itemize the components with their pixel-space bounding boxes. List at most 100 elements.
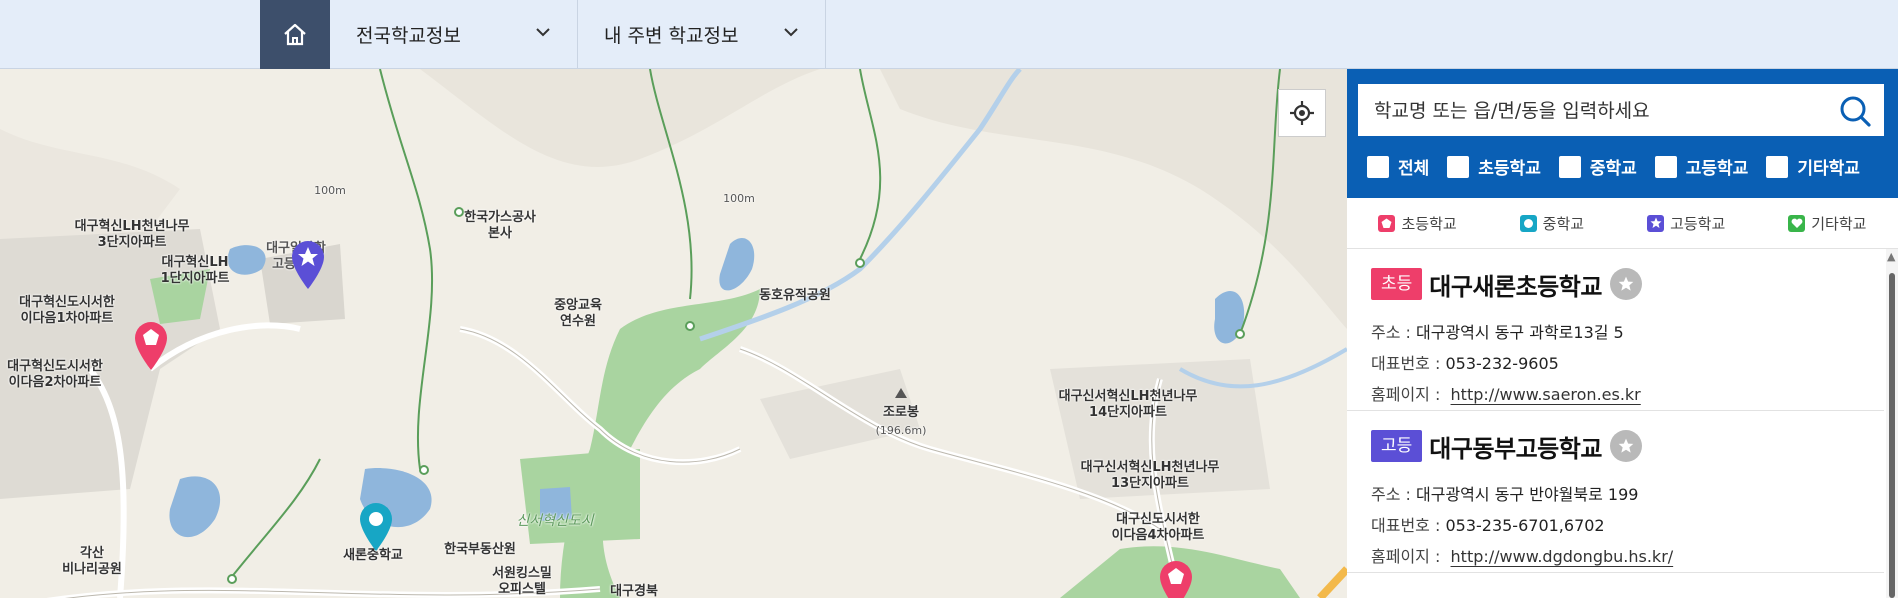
heart-icon bbox=[1788, 214, 1806, 232]
home-button[interactable] bbox=[260, 0, 330, 69]
filter-elementary[interactable]: 초등학교 bbox=[1447, 154, 1541, 179]
map-label: 대구혁신도시서한 이다음1차아파트 bbox=[19, 295, 115, 326]
school-type-badge: 초등 bbox=[1371, 268, 1423, 300]
map-label: 조로봉 bbox=[883, 405, 919, 420]
list-scrollbar[interactable]: ▲ bbox=[1886, 249, 1898, 598]
elementary-school-marker[interactable] bbox=[1156, 559, 1196, 598]
address-row: 주소 : 대구광역시 동구 반야월북로 199 bbox=[1371, 479, 1860, 510]
map-label: 동호유적공원 bbox=[759, 288, 831, 303]
map-label: 대구신도시서한 이다음4차아파트 bbox=[1111, 512, 1205, 543]
map-label: 한국가스공사 본사 bbox=[464, 210, 536, 241]
elementary-school-marker[interactable] bbox=[131, 320, 171, 372]
filter-all[interactable]: 전체 bbox=[1367, 154, 1429, 179]
legend-label: 고등학교 bbox=[1670, 214, 1726, 233]
chevron-down-icon bbox=[536, 28, 550, 37]
search-box bbox=[1358, 84, 1884, 138]
legend-label: 초등학교 bbox=[1401, 214, 1457, 233]
map-label: 대구혁신LH 1단지아파트 bbox=[160, 255, 230, 286]
checkbox[interactable] bbox=[1558, 155, 1581, 178]
nav-nearby-school-info[interactable]: 내 주변 학교정보 bbox=[578, 0, 826, 69]
legend-elementary: 초등학교 bbox=[1378, 213, 1457, 234]
homepage-row: 홈페이지 : http://www.saeron.es.kr bbox=[1371, 379, 1860, 410]
homepage-row: 홈페이지 : http://www.dgdongbu.hs.kr/ bbox=[1371, 541, 1860, 572]
homepage-link[interactable]: http://www.saeron.es.kr bbox=[1451, 385, 1641, 404]
high-school-marker[interactable] bbox=[288, 239, 328, 291]
star-pin-icon bbox=[292, 241, 324, 289]
scroll-up-icon[interactable]: ▲ bbox=[1887, 251, 1895, 263]
nav-national-school-info-label: 전국학교정보 bbox=[356, 25, 461, 47]
phone-value: 053-232-9605 bbox=[1445, 354, 1559, 373]
map-label: (196.6m) bbox=[875, 424, 927, 437]
filter-label: 고등학교 bbox=[1685, 159, 1749, 179]
phone-label: 대표번호 : bbox=[1371, 354, 1441, 373]
chevron-down-icon bbox=[784, 28, 798, 37]
middle-school-marker[interactable] bbox=[356, 501, 396, 553]
checkbox[interactable] bbox=[1447, 155, 1470, 178]
search-input[interactable] bbox=[1372, 84, 1816, 138]
checkbox[interactable] bbox=[1367, 155, 1389, 178]
legend-label: 기타학교 bbox=[1811, 214, 1867, 233]
school-card[interactable]: 고등 대구동부고등학교 주소 : 대구광역시 동구 반야월북로 199 대표번호… bbox=[1347, 411, 1884, 573]
checkbox[interactable] bbox=[1654, 155, 1677, 178]
checkbox[interactable] bbox=[1766, 155, 1789, 178]
phone-value: 053-235-6701,6702 bbox=[1445, 516, 1605, 535]
phone-row: 대표번호 : 053-235-6701,6702 bbox=[1371, 510, 1860, 541]
homepage-link[interactable]: http://www.dgdongbu.hs.kr/ bbox=[1451, 547, 1674, 566]
legend-other: 기타학교 bbox=[1788, 213, 1866, 234]
nav-nearby-school-info-label: 내 주변 학교정보 bbox=[604, 25, 739, 47]
legend-label: 중학교 bbox=[1542, 214, 1585, 233]
school-name[interactable]: 대구동부고등학교 bbox=[1429, 429, 1602, 464]
filter-label: 전체 bbox=[1398, 159, 1430, 179]
legend-middle: 중학교 bbox=[1519, 213, 1585, 234]
filter-label: 기타학교 bbox=[1797, 159, 1860, 179]
star-icon bbox=[1647, 214, 1665, 232]
school-card[interactable]: 초등 대구새론초등학교 주소 : 대구광역시 동구 과학로13길 5 대표번호 … bbox=[1347, 249, 1884, 411]
filter-other[interactable]: 기타학교 bbox=[1766, 154, 1860, 179]
search-icon[interactable] bbox=[1838, 94, 1872, 128]
search-area: 전체 초등학교 중학교 고등학교 기타학교 bbox=[1347, 69, 1898, 198]
school-name[interactable]: 대구새론초등학교 bbox=[1429, 267, 1602, 302]
map-label: 대구혁신LH천년나무 3단지아파트 bbox=[74, 219, 190, 250]
star-icon bbox=[1618, 438, 1634, 453]
map-label: 한국부동산원 bbox=[444, 542, 516, 557]
pentagon-pin-icon bbox=[1160, 561, 1192, 598]
map-label: 대구경북 bbox=[610, 584, 658, 598]
filter-label: 중학교 bbox=[1589, 159, 1637, 179]
map-view[interactable]: 대구혁신LH천년나무 3단지아파트 대구혁신LH 1단지아파트 대구혁신도시서한 이다… bbox=[0, 69, 1347, 598]
pentagon-icon bbox=[1378, 214, 1396, 232]
map-label: 100m bbox=[314, 184, 346, 197]
nav-national-school-info[interactable]: 전국학교정보 bbox=[330, 0, 578, 69]
map-label: 서원킹스밀 오피스텔 bbox=[492, 566, 552, 597]
favorite-button[interactable] bbox=[1609, 430, 1642, 462]
phone-label: 대표번호 : bbox=[1371, 516, 1441, 535]
circle-pin-icon bbox=[360, 503, 392, 551]
address-label: 주소 : bbox=[1371, 485, 1411, 504]
homepage-label: 홈페이지 : bbox=[1371, 547, 1441, 566]
star-icon bbox=[1618, 276, 1634, 291]
address-value: 대구광역시 동구 반야월북로 199 bbox=[1416, 485, 1639, 504]
crosshair-icon bbox=[1290, 101, 1314, 125]
school-type-filters: 전체 초등학교 중학교 고등학교 기타학교 bbox=[1367, 154, 1878, 179]
address-label: 주소 : bbox=[1371, 323, 1411, 342]
filter-middle[interactable]: 중학교 bbox=[1558, 154, 1637, 179]
map-label: 중앙교육 연수원 bbox=[554, 298, 602, 329]
address-value: 대구광역시 동구 과학로13길 5 bbox=[1416, 323, 1624, 342]
address-row: 주소 : 대구광역시 동구 과학로13길 5 bbox=[1371, 317, 1860, 348]
home-icon bbox=[284, 23, 306, 45]
top-navigation: 전국학교정보 내 주변 학교정보 bbox=[0, 0, 1898, 69]
map-label: 대구신서혁신LH천년나무 14단지아파트 bbox=[1058, 389, 1198, 420]
legend-high: 고등학교 bbox=[1647, 213, 1725, 234]
school-search-panel: 전체 초등학교 중학교 고등학교 기타학교 초등학교 중학교 고등학교 기타학교… bbox=[1347, 69, 1898, 598]
filter-label: 초등학교 bbox=[1478, 159, 1541, 179]
map-label: 대구신서혁신LH천년나무 13단지아파트 bbox=[1080, 460, 1220, 491]
homepage-label: 홈페이지 : bbox=[1371, 385, 1441, 404]
map-label: 100m bbox=[723, 192, 755, 205]
current-location-button[interactable] bbox=[1278, 89, 1326, 137]
pentagon-pin-icon bbox=[135, 322, 167, 370]
map-legend: 초등학교 중학교 고등학교 기타학교 bbox=[1347, 198, 1898, 249]
phone-row: 대표번호 : 053-232-9605 bbox=[1371, 348, 1860, 379]
favorite-button[interactable] bbox=[1609, 268, 1642, 300]
scrollbar-thumb[interactable] bbox=[1889, 273, 1895, 598]
filter-high[interactable]: 고등학교 bbox=[1654, 154, 1749, 179]
map-label: 각산 비나리공원 bbox=[62, 546, 122, 577]
